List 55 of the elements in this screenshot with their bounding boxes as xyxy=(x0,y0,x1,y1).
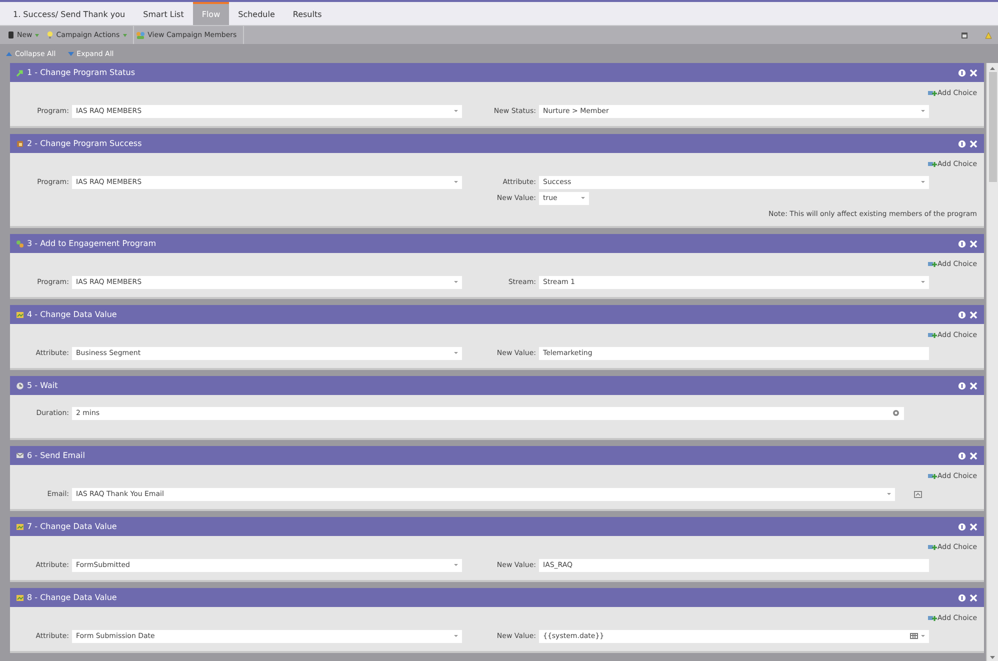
info-icon[interactable] xyxy=(958,68,966,76)
add-choice-icon xyxy=(928,89,937,97)
step-title: 4 - Change Data Value xyxy=(27,310,118,319)
scrollbar-thumb[interactable] xyxy=(988,72,996,182)
info-icon[interactable] xyxy=(958,240,966,248)
step-title: 7 - Change Data Value xyxy=(27,522,118,531)
info-icon[interactable] xyxy=(958,452,966,460)
step-title: 5 - Wait xyxy=(27,381,59,390)
step-title: 3 - Add to Engagement Program xyxy=(27,239,157,248)
data-icon xyxy=(16,310,24,318)
add-choice-icon xyxy=(928,614,937,622)
trophy-icon xyxy=(16,140,24,148)
scroll-down-icon[interactable] xyxy=(990,656,995,659)
step-title: 2 - Change Program Success xyxy=(27,139,143,148)
shapes-icon xyxy=(16,240,24,248)
close-icon[interactable] xyxy=(969,140,978,148)
tab[interactable]: Schedule xyxy=(229,2,284,25)
phone-icon xyxy=(8,31,14,39)
envelope-icon xyxy=(16,452,24,459)
data-icon xyxy=(16,594,24,602)
email-preview-icon[interactable] xyxy=(914,490,922,498)
close-icon[interactable] xyxy=(969,68,978,76)
close-icon[interactable] xyxy=(969,522,978,530)
info-icon[interactable] xyxy=(958,140,966,148)
close-icon[interactable] xyxy=(969,452,978,460)
info-icon[interactable] xyxy=(958,522,966,530)
step-title: 8 - Change Data Value xyxy=(27,593,118,602)
scroll-up-icon[interactable] xyxy=(990,67,995,70)
add-choice-icon xyxy=(928,472,937,480)
window-icon[interactable] xyxy=(961,32,968,38)
people-icon xyxy=(136,31,145,39)
down-triangle-icon xyxy=(68,52,74,56)
calendar-icon xyxy=(910,633,918,639)
tab[interactable]: Smart List xyxy=(134,2,193,25)
step-title: 6 - Send Email xyxy=(27,451,86,460)
add-choice-icon xyxy=(928,160,937,168)
add-choice-icon xyxy=(928,260,937,268)
bulb-icon xyxy=(47,31,54,39)
close-icon[interactable] xyxy=(969,240,978,248)
info-icon[interactable] xyxy=(958,594,966,602)
info-icon[interactable] xyxy=(958,382,966,390)
close-icon[interactable] xyxy=(969,310,978,318)
info-icon[interactable] xyxy=(958,310,966,318)
step-title: 1 - Change Program Status xyxy=(27,68,136,77)
tab[interactable]: 1. Success/ Send Thank you xyxy=(4,2,134,25)
close-icon[interactable] xyxy=(969,382,978,390)
gear-icon xyxy=(892,409,900,417)
add-choice-icon xyxy=(928,331,937,339)
clock-icon xyxy=(16,382,24,390)
up-triangle-icon xyxy=(6,52,12,56)
arrow-icon xyxy=(16,68,24,76)
close-icon[interactable] xyxy=(969,594,978,602)
data-icon xyxy=(16,522,24,530)
tab[interactable]: Results xyxy=(284,2,331,25)
add-choice-icon xyxy=(928,543,937,551)
